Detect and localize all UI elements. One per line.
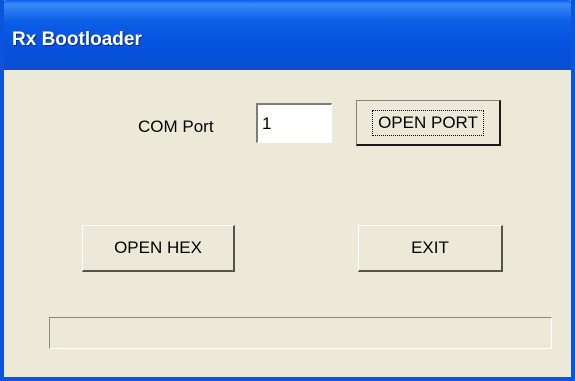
exit-button[interactable]: EXIT bbox=[358, 225, 503, 272]
com-port-input[interactable] bbox=[256, 103, 332, 143]
progress-bar bbox=[49, 317, 552, 349]
window-title: Rx Bootloader bbox=[12, 29, 142, 50]
com-port-label: COM Port bbox=[138, 117, 214, 136]
open-hex-button-label: OPEN HEX bbox=[114, 238, 202, 257]
exit-button-label: EXIT bbox=[411, 238, 449, 257]
open-hex-button[interactable]: OPEN HEX bbox=[82, 225, 235, 272]
bootloader-window: Rx Bootloader COM Port OPEN PORT OPEN HE… bbox=[0, 0, 575, 381]
open-port-button-label: OPEN PORT bbox=[372, 109, 484, 136]
open-port-button[interactable]: OPEN PORT bbox=[356, 100, 501, 146]
title-bar[interactable]: Rx Bootloader bbox=[4, 0, 571, 70]
